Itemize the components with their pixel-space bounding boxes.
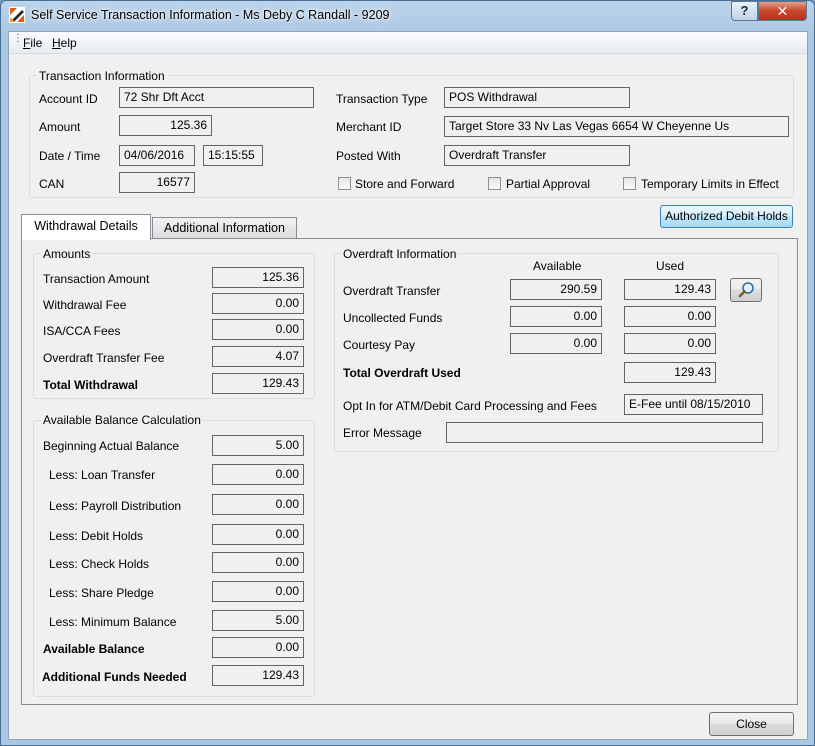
less-share-pledge-label: Less: Share Pledge: [49, 586, 154, 600]
menu-grip-icon: ⋮: [13, 33, 23, 44]
merchant-id-field[interactable]: Target Store 33 Nv Las Vegas 6654 W Chey…: [444, 116, 789, 137]
posted-with-label: Posted With: [336, 149, 401, 163]
store-forward-label: Store and Forward: [355, 177, 455, 191]
available-column-header: Available: [533, 259, 582, 273]
merchant-id-label: Merchant ID: [336, 120, 402, 134]
total-withdrawal-field[interactable]: 129.43: [212, 373, 304, 394]
available-balance-label: Available Balance: [43, 642, 145, 656]
temp-limits-label: Temporary Limits in Effect: [641, 177, 779, 191]
total-overdraft-used-label: Total Overdraft Used: [343, 366, 461, 380]
amount-field[interactable]: 125.36: [119, 115, 212, 136]
close-window-button[interactable]: ✕: [758, 1, 807, 21]
available-balance-field[interactable]: 0.00: [212, 637, 304, 658]
withdrawal-fee-field[interactable]: 0.00: [212, 293, 304, 314]
used-column-header: Used: [656, 259, 685, 273]
transaction-info-group-label: Transaction Information: [37, 69, 167, 83]
courtesy-pay-used-field[interactable]: 0.00: [624, 333, 716, 354]
less-share-pledge-field[interactable]: 0.00: [212, 581, 304, 602]
transaction-amount-field[interactable]: 125.36: [212, 267, 304, 288]
overdraft-transfer-fee-field[interactable]: 4.07: [212, 346, 304, 367]
total-withdrawal-label: Total Withdrawal: [43, 378, 139, 392]
magnifier-icon: [738, 282, 754, 298]
partial-approval-label: Partial Approval: [506, 177, 591, 191]
posted-with-field[interactable]: Overdraft Transfer: [444, 145, 630, 166]
client-area: ⋮ File Help Transaction Information Acco…: [8, 31, 808, 740]
isa-cca-fees-field[interactable]: 0.00: [212, 319, 304, 340]
less-debit-holds-field[interactable]: 0.00: [212, 524, 304, 545]
tab-additional-information[interactable]: Additional Information: [152, 217, 297, 238]
store-forward-checkbox[interactable]: [338, 177, 351, 190]
amounts-group-label: Amounts: [41, 247, 93, 261]
menu-help[interactable]: Help: [52, 36, 77, 50]
overdraft-transfer-used-field[interactable]: 129.43: [624, 279, 716, 300]
overdraft-transfer-available-field[interactable]: 290.59: [510, 279, 602, 300]
tab-withdrawal-details[interactable]: Withdrawal Details: [21, 214, 151, 240]
courtesy-pay-available-field[interactable]: 0.00: [510, 333, 602, 354]
overdraft-transfer-fee-label: Overdraft Transfer Fee: [43, 351, 165, 365]
can-field[interactable]: 16577: [119, 172, 195, 193]
isa-cca-fees-label: ISA/CCA Fees: [43, 324, 121, 338]
less-minimum-balance-label: Less: Minimum Balance: [49, 615, 177, 629]
account-id-field[interactable]: 72 Shr Dft Acct: [119, 87, 314, 108]
beginning-actual-balance-label: Beginning Actual Balance: [43, 439, 180, 453]
withdrawal-fee-label: Withdrawal Fee: [43, 298, 127, 312]
available-balance-group-label: Available Balance Calculation: [41, 413, 203, 427]
date-field[interactable]: 04/06/2016: [119, 145, 195, 166]
transaction-type-field[interactable]: POS Withdrawal: [444, 87, 630, 108]
total-overdraft-used-field[interactable]: 129.43: [624, 362, 716, 383]
menu-bar: ⋮ File Help: [9, 32, 807, 54]
courtesy-pay-label: Courtesy Pay: [343, 338, 416, 352]
partial-approval-checkbox[interactable]: [488, 177, 501, 190]
uncollected-funds-available-field[interactable]: 0.00: [510, 306, 602, 327]
datetime-label: Date / Time: [39, 149, 101, 163]
amount-label: Amount: [39, 120, 81, 134]
less-payroll-distribution-label: Less: Payroll Distribution: [49, 499, 182, 513]
time-field[interactable]: 15:15:55: [203, 145, 263, 166]
help-window-button[interactable]: ?: [731, 1, 758, 21]
opt-in-field[interactable]: E-Fee until 08/15/2010: [624, 394, 763, 415]
transaction-amount-label: Transaction Amount: [43, 272, 150, 286]
overdraft-info-group-label: Overdraft Information: [341, 247, 459, 261]
window-title: Self Service Transaction Information - M…: [31, 8, 390, 22]
uncollected-funds-used-field[interactable]: 0.00: [624, 306, 716, 327]
transaction-type-label: Transaction Type: [336, 92, 428, 106]
account-id-label: Account ID: [39, 92, 98, 106]
app-icon: [9, 7, 25, 23]
opt-in-label: Opt In for ATM/Debit Card Processing and…: [343, 399, 597, 413]
less-loan-transfer-label: Less: Loan Transfer: [49, 468, 156, 482]
less-check-holds-field[interactable]: 0.00: [212, 552, 304, 573]
additional-funds-needed-field[interactable]: 129.43: [212, 665, 304, 686]
error-message-field[interactable]: [446, 422, 763, 443]
less-debit-holds-label: Less: Debit Holds: [49, 529, 144, 543]
overdraft-lookup-button[interactable]: [730, 278, 762, 302]
less-loan-transfer-field[interactable]: 0.00: [212, 464, 304, 485]
additional-funds-needed-label: Additional Funds Needed: [42, 670, 187, 684]
temp-limits-checkbox[interactable]: [623, 177, 636, 190]
overdraft-transfer-label: Overdraft Transfer: [343, 284, 441, 298]
close-button[interactable]: Close: [709, 712, 794, 736]
beginning-actual-balance-field[interactable]: 5.00: [212, 435, 304, 456]
authorized-debit-holds-button[interactable]: Authorized Debit Holds: [660, 205, 793, 228]
less-minimum-balance-field[interactable]: 5.00: [212, 610, 304, 631]
title-bar[interactable]: Self Service Transaction Information - M…: [1, 1, 814, 31]
uncollected-funds-label: Uncollected Funds: [343, 311, 443, 325]
less-payroll-distribution-field[interactable]: 0.00: [212, 494, 304, 515]
menu-file[interactable]: File: [23, 36, 42, 50]
main-window: Self Service Transaction Information - M…: [0, 0, 815, 746]
less-check-holds-label: Less: Check Holds: [49, 557, 150, 571]
error-message-label: Error Message: [343, 426, 422, 440]
can-label: CAN: [39, 177, 65, 191]
